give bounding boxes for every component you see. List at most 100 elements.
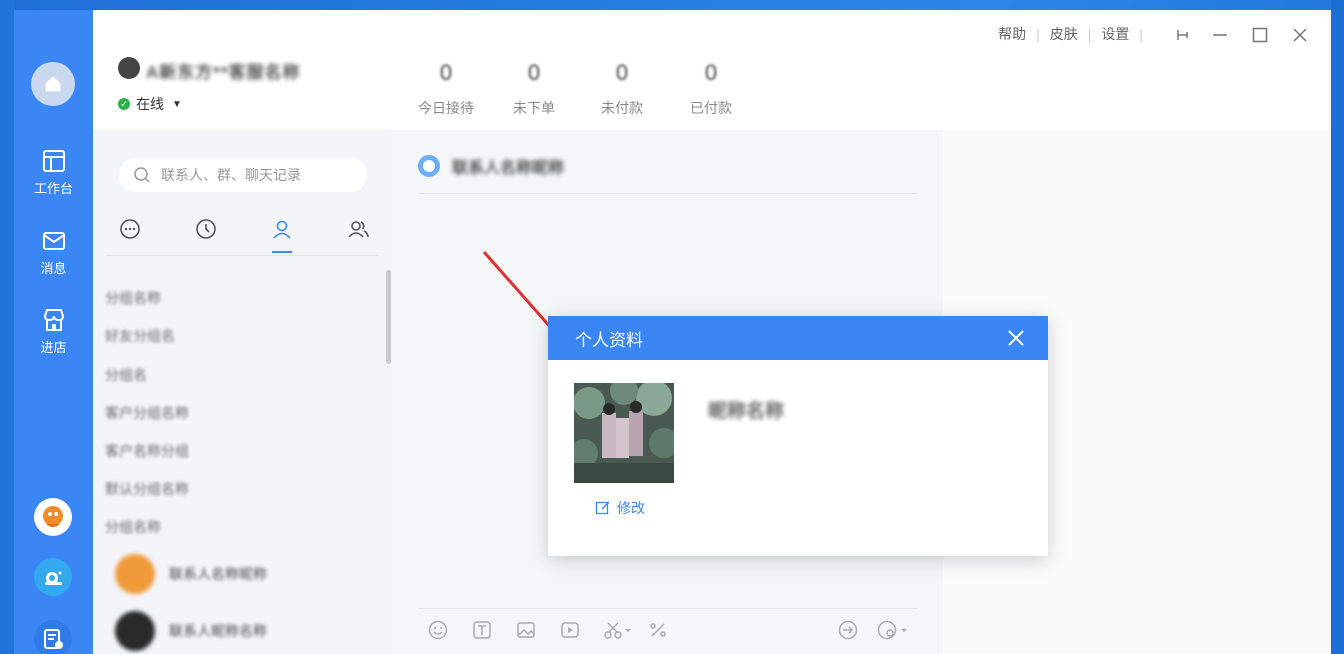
nav-item-workbench[interactable]: 工作台 (14, 148, 93, 197)
chat-header: 联系人名称昵称 (418, 154, 564, 178)
help-link[interactable]: 帮助 (998, 24, 1026, 44)
percent-icon (650, 623, 666, 637)
workbench-icon (42, 150, 65, 172)
divider (418, 608, 918, 609)
avatar (115, 611, 155, 651)
top-links: 帮助 | 皮肤 | 设置 | (998, 24, 1153, 44)
minimize-icon (1213, 34, 1227, 36)
image-button[interactable] (514, 618, 538, 642)
user-icon (273, 220, 291, 239)
contact-tabs (105, 208, 379, 256)
group-label: 分组名称 (105, 290, 161, 306)
minimize-button[interactable] (1209, 24, 1231, 46)
settings-chat-icon (877, 620, 907, 640)
search-input[interactable] (161, 167, 351, 183)
emoji-icon (428, 620, 448, 640)
contact-scrollbar[interactable] (386, 270, 391, 364)
text-style-button[interactable] (470, 618, 494, 642)
task-icon (44, 629, 63, 649)
stat-unpaid[interactable]: 0 未付款 (582, 60, 662, 118)
image-icon (517, 622, 535, 638)
home-icon (45, 76, 61, 92)
user-avatar[interactable] (118, 57, 140, 79)
mascot-icon (43, 506, 63, 527)
tab-groups[interactable] (343, 214, 373, 244)
chat-status-icon (418, 155, 440, 177)
mascot-avatar-button[interactable] (34, 498, 72, 536)
pin-button[interactable] (1171, 24, 1193, 46)
contact-group[interactable]: 客户名称分组 (105, 441, 189, 461)
screenshot-button[interactable] (602, 618, 634, 642)
maximize-button[interactable] (1249, 24, 1271, 46)
contact-group[interactable]: 好友分组名 (105, 326, 175, 346)
text-icon (473, 621, 491, 639)
contact-name: 联系人名称昵称 (169, 566, 267, 582)
pin-icon (1177, 30, 1188, 40)
skin-link[interactable]: 皮肤 (1050, 24, 1078, 44)
group-label: 分组名 (105, 367, 147, 383)
close-icon[interactable] (1006, 328, 1026, 348)
divider: | (1036, 26, 1040, 42)
dialog-title: 个人资料 (575, 330, 643, 350)
divider: | (1139, 26, 1143, 42)
tab-recent[interactable] (191, 214, 221, 244)
avatar (115, 554, 155, 594)
stat-label: 未下单 (513, 100, 555, 116)
stat-no-order[interactable]: 0 未下单 (494, 60, 574, 118)
online-check-icon: ✓ (118, 98, 130, 110)
quick-phrase-button[interactable] (646, 618, 670, 642)
stat-label: 未付款 (601, 100, 643, 116)
stat-value: 0 (704, 60, 718, 85)
settings-link[interactable]: 设置 (1101, 24, 1129, 44)
chat-icon (120, 219, 140, 239)
home-button[interactable] (31, 62, 75, 106)
snail-app-button[interactable] (34, 558, 72, 596)
contact-group[interactable]: 分组名 (105, 365, 147, 385)
edit-icon (595, 501, 610, 515)
profile-dialog: 个人资料 昵称名称 修改 (548, 316, 1048, 556)
profile-photo-image (574, 383, 674, 483)
contact-item[interactable]: 联系人昵称名称 (115, 611, 267, 651)
close-window-button[interactable] (1289, 24, 1311, 46)
group-label: 默认分组名称 (105, 481, 189, 497)
transfer-button[interactable] (836, 618, 860, 642)
contact-group[interactable]: 分组名称 (105, 517, 161, 537)
emoji-button[interactable] (426, 618, 450, 642)
tab-contacts[interactable] (267, 214, 297, 253)
contact-group[interactable]: 默认分组名称 (105, 479, 189, 499)
status-label: 在线 (136, 96, 164, 112)
group-label: 分组名称 (105, 519, 161, 535)
stat-value: 0 (439, 60, 453, 85)
stat-today-received[interactable]: 0 今日接待 (406, 60, 486, 118)
group-label: 好友分组名 (105, 328, 175, 344)
video-button[interactable] (558, 618, 582, 642)
header: A新东方**客服名称 ✓ 在线 ▼ 0 今日接待 0 未下单 0 未付款 0 已… (93, 10, 1331, 130)
stat-paid[interactable]: 0 已付款 (671, 60, 751, 118)
profile-photo[interactable] (574, 383, 674, 483)
transfer-icon (838, 620, 858, 640)
shop-icon (43, 309, 64, 331)
tab-chats[interactable] (115, 214, 145, 244)
stat-value: 0 (527, 60, 541, 85)
edit-label: 修改 (617, 500, 645, 516)
clock-icon (196, 219, 216, 239)
stat-label: 今日接待 (418, 100, 474, 116)
edit-profile-button[interactable]: 修改 (595, 498, 645, 518)
stat-value: 0 (615, 60, 629, 85)
more-settings-button[interactable] (876, 618, 910, 642)
contact-item[interactable]: 联系人名称昵称 (115, 554, 267, 594)
task-app-button[interactable] (34, 620, 72, 654)
scissors-icon (604, 622, 631, 639)
message-icon (42, 232, 65, 250)
nav-item-label: 消息 (40, 261, 67, 276)
desktop-background-left (0, 0, 14, 654)
contact-group[interactable]: 分组名称 (105, 288, 161, 308)
nav-item-shop[interactable]: 进店 (14, 307, 93, 356)
contact-group[interactable]: 客户分组名称 (105, 403, 189, 423)
search-box (119, 158, 367, 192)
stat-label: 已付款 (690, 100, 732, 116)
nav-item-label: 工作台 (33, 181, 73, 196)
nav-item-message[interactable]: 消息 (14, 228, 93, 277)
status-selector[interactable]: ✓ 在线 ▼ (118, 94, 182, 114)
close-icon (1293, 28, 1307, 42)
